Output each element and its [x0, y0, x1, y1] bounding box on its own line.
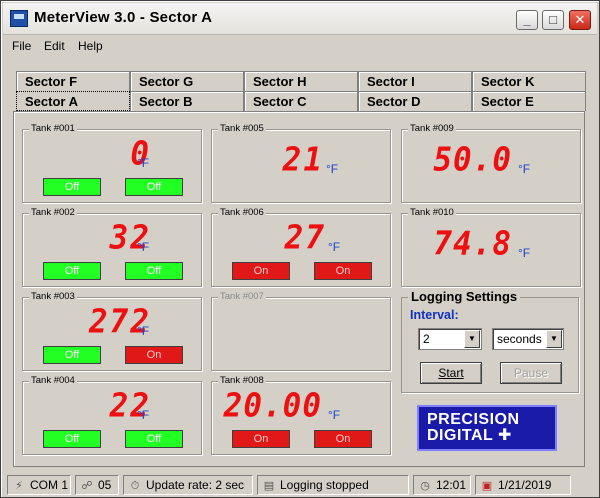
- menu-edit[interactable]: Edit: [44, 39, 65, 53]
- status-address: ☍ 05: [75, 475, 119, 495]
- tank-label: Tank #001: [29, 123, 77, 134]
- unit-label: °F: [518, 162, 531, 176]
- temperature-readout: 50.0: [433, 141, 512, 179]
- status-update-rate: ⏱ Update rate: 2 sec: [123, 475, 253, 495]
- tab-sector-h[interactable]: Sector H: [244, 71, 358, 91]
- unit-label: °F: [326, 162, 339, 176]
- precision-digital-logo: PRECISION DIGITAL ✚: [417, 405, 557, 451]
- tab-sector-b[interactable]: Sector B: [130, 91, 244, 111]
- logo-line-2: DIGITAL ✚: [427, 427, 512, 444]
- tank-005: Tank #005 21 °F: [211, 123, 391, 203]
- relay-2-indicator[interactable]: On: [314, 430, 372, 448]
- calendar-icon: ▣: [481, 480, 493, 492]
- minimize-button[interactable]: _: [516, 10, 538, 30]
- stopwatch-icon: ⏱: [130, 480, 140, 492]
- relay-1-indicator[interactable]: Off: [43, 178, 101, 196]
- unit-label: °F: [137, 408, 150, 422]
- unit-label: °F: [137, 156, 150, 170]
- tab-sector-e[interactable]: Sector E: [472, 91, 586, 111]
- interval-unit: seconds: [497, 332, 542, 346]
- menu-bar: File Edit Help: [3, 37, 597, 57]
- interval-value: 2: [423, 332, 430, 346]
- relay-2-indicator[interactable]: Off: [125, 262, 183, 280]
- tank-002: Tank #002 32 °F Off Off: [22, 207, 202, 287]
- tank-label: Tank #008: [218, 375, 266, 386]
- tab-sector-k[interactable]: Sector K: [472, 71, 586, 91]
- tank-008: Tank #008 20.00 °F On On: [211, 375, 391, 455]
- menu-help[interactable]: Help: [78, 39, 103, 53]
- start-button[interactable]: Start: [420, 362, 482, 384]
- pause-button[interactable]: Pause: [500, 362, 562, 384]
- dropdown-arrow-icon[interactable]: ▼: [546, 330, 562, 348]
- tab-sector-g[interactable]: Sector G: [130, 71, 244, 91]
- start-button-label: Start: [438, 366, 464, 380]
- tank-label: Tank #006: [218, 207, 266, 218]
- title-bar[interactable]: MeterView 3.0 - Sector A _ □ ✕: [3, 3, 597, 35]
- tank-label: Tank #010: [408, 207, 456, 218]
- menu-file[interactable]: File: [12, 39, 31, 53]
- maximize-button[interactable]: □: [542, 10, 564, 30]
- tab-sector-a[interactable]: Sector A: [16, 91, 130, 111]
- interval-unit-select[interactable]: seconds ▼: [492, 328, 564, 350]
- app-icon: [10, 10, 28, 27]
- tank-004: Tank #004 22 °F Off Off: [22, 375, 202, 455]
- tank-label: Tank #004: [29, 375, 77, 386]
- relay-2-indicator[interactable]: Off: [125, 430, 183, 448]
- unit-label: °F: [137, 324, 150, 338]
- tab-sector-c[interactable]: Sector C: [244, 91, 358, 111]
- status-bar: ⚡ COM 1 ☍ 05 ⏱ Update rate: 2 sec ▤ Logging …: [3, 473, 597, 495]
- temperature-readout: 74.8: [433, 225, 512, 263]
- tank-010: Tank #010 74.8 °F: [401, 207, 581, 287]
- window-title: MeterView 3.0 - Sector A: [34, 9, 213, 26]
- tank-007: Tank #007: [211, 291, 391, 371]
- tab-sector-i[interactable]: Sector I: [358, 71, 472, 91]
- tank-001: Tank #001 0 °F Off Off: [22, 123, 202, 203]
- interval-label: Interval:: [410, 308, 459, 322]
- temperature-readout: 27: [284, 219, 326, 257]
- interval-value-select[interactable]: 2 ▼: [418, 328, 482, 350]
- tab-sector-f[interactable]: Sector F: [16, 71, 130, 91]
- tab-sector-d[interactable]: Sector D: [358, 91, 472, 111]
- status-logging: ▤ Logging stopped: [257, 475, 409, 495]
- unit-label: °F: [518, 246, 531, 260]
- temperature-readout: 21: [282, 141, 324, 179]
- tank-006: Tank #006 27 °F On On: [211, 207, 391, 287]
- status-port: ⚡ COM 1: [7, 475, 71, 495]
- tank-label: Tank #009: [408, 123, 456, 134]
- tank-label: Tank #003: [29, 291, 77, 302]
- relay-1-indicator[interactable]: Off: [43, 262, 101, 280]
- tank-label: Tank #007: [218, 291, 266, 302]
- relay-1-indicator[interactable]: Off: [43, 430, 101, 448]
- relay-2-indicator[interactable]: On: [125, 346, 183, 364]
- logging-settings-title: Logging Settings: [408, 289, 521, 304]
- unit-label: °F: [137, 240, 150, 254]
- close-button[interactable]: ✕: [569, 10, 591, 30]
- relay-2-indicator[interactable]: Off: [125, 178, 183, 196]
- pause-button-label: Pause: [513, 366, 549, 380]
- relay-1-indicator[interactable]: Off: [43, 346, 101, 364]
- logo-line-1: PRECISION: [427, 411, 520, 428]
- logging-settings-group: Logging Settings Interval: 2 ▼ seconds ▼…: [401, 289, 579, 393]
- address-icon: ☍: [81, 480, 93, 492]
- tank-label: Tank #002: [29, 207, 77, 218]
- clock-icon: ◷: [420, 480, 430, 492]
- tank-label: Tank #005: [218, 123, 266, 134]
- relay-1-indicator[interactable]: On: [232, 430, 290, 448]
- main-window: MeterView 3.0 - Sector A _ □ ✕ File Edit…: [0, 0, 600, 498]
- log-icon: ▤: [263, 480, 275, 492]
- status-time: ◷ 12:01: [413, 475, 471, 495]
- tank-003: Tank #003 272 °F Off On: [22, 291, 202, 371]
- relay-2-indicator[interactable]: On: [314, 262, 372, 280]
- status-date: ▣ 1/21/2019: [475, 475, 571, 495]
- temperature-readout: 20.00: [223, 387, 322, 425]
- relay-1-indicator[interactable]: On: [232, 262, 290, 280]
- tank-009: Tank #009 50.0 °F: [401, 123, 581, 203]
- plug-icon: ⚡: [15, 480, 23, 492]
- unit-label: °F: [328, 240, 341, 254]
- dropdown-arrow-icon[interactable]: ▼: [464, 330, 480, 348]
- unit-label: °F: [328, 408, 341, 422]
